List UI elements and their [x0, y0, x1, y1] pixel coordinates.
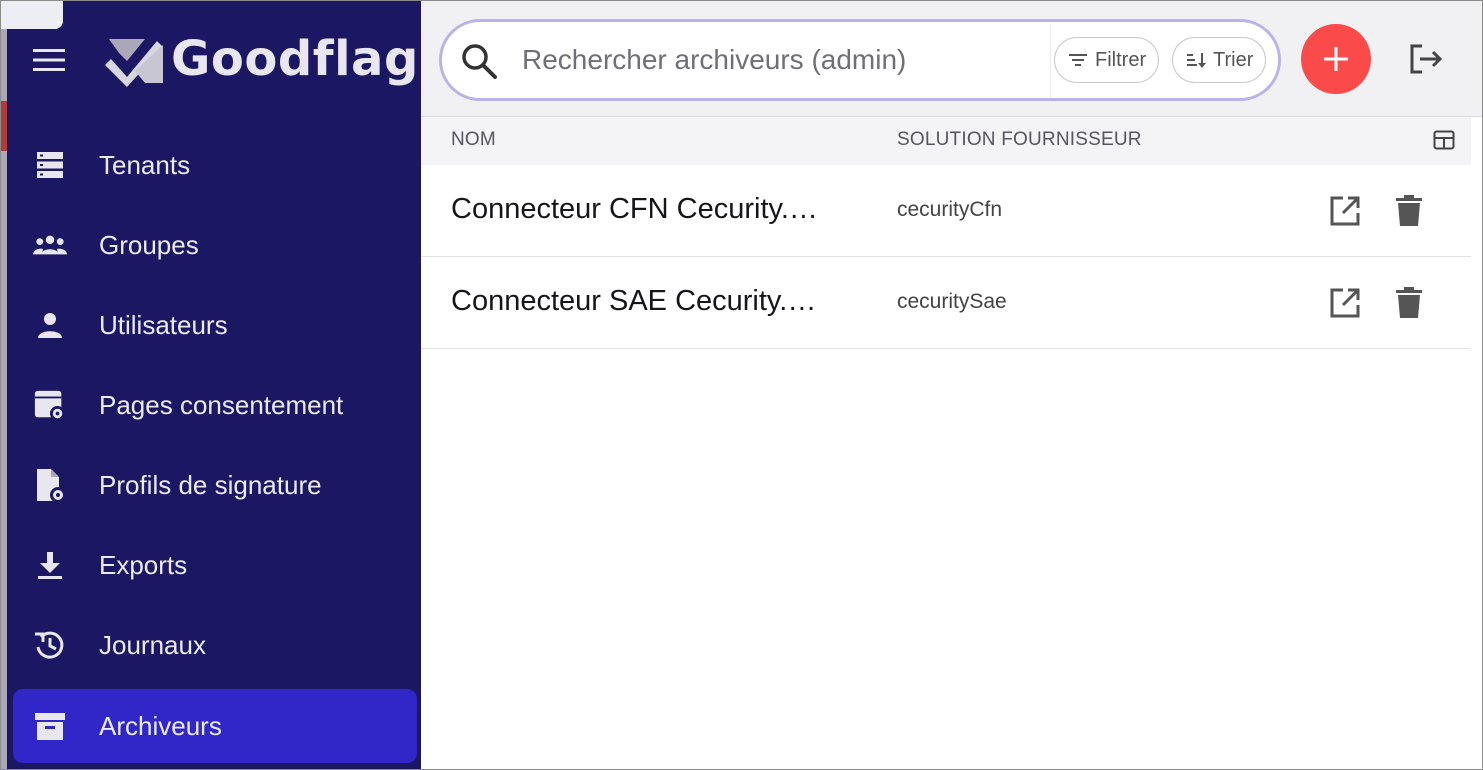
- search-icon: [462, 44, 497, 79]
- person-icon: [33, 308, 67, 342]
- sidebar-item-groupes[interactable]: Groupes: [13, 205, 417, 285]
- column-settings-icon[interactable]: [1433, 130, 1455, 150]
- logout-icon: [1410, 44, 1443, 74]
- menu-toggle-button[interactable]: [31, 45, 67, 75]
- search-input[interactable]: [522, 36, 1042, 84]
- table-row[interactable]: Connecteur SAE Cecurity.… cecuritySae: [421, 257, 1471, 349]
- column-header-nom[interactable]: NOM: [451, 129, 496, 151]
- open-in-new-icon[interactable]: [1325, 191, 1365, 231]
- sidebar-item-label: Groupes: [99, 229, 199, 260]
- sort-icon: [1187, 53, 1206, 68]
- sidebar-item-profils-de-signature[interactable]: Profils de signature: [13, 445, 417, 525]
- sidebar: Goodflag Tenants Groupes Utilisateurs Pa…: [1, 1, 421, 769]
- search-box: Filtrer Trier: [439, 19, 1281, 101]
- brand[interactable]: Goodflag: [105, 31, 419, 87]
- sidebar-item-archiveurs[interactable]: Archiveurs: [13, 689, 417, 763]
- topbar: Filtrer Trier: [421, 1, 1482, 117]
- sort-button[interactable]: Trier: [1172, 37, 1267, 83]
- sidebar-item-label: Pages consentement: [99, 389, 344, 420]
- delete-icon[interactable]: [1389, 191, 1429, 231]
- download-icon: [33, 548, 67, 582]
- table-header: NOM SOLUTION FOURNISSEUR: [421, 117, 1471, 165]
- sidebar-item-label: Utilisateurs: [99, 309, 228, 340]
- sidebar-edge-accent: [1, 101, 7, 151]
- sidebar-item-label: Tenants: [99, 149, 191, 180]
- sidebar-item-label: Archiveurs: [99, 710, 222, 741]
- sidebar-item-journaux[interactable]: Journaux: [13, 605, 417, 685]
- sidebar-item-label: Exports: [99, 549, 188, 580]
- group-icon: [33, 228, 67, 262]
- file-settings-icon: [33, 468, 67, 503]
- search-divider: [1050, 24, 1051, 98]
- archive-icon: [33, 709, 67, 743]
- hamburger-icon: [33, 49, 65, 71]
- filter-button[interactable]: Filtrer: [1054, 37, 1160, 83]
- page-settings-icon: [33, 388, 67, 422]
- server-icon: [33, 148, 67, 182]
- table-row[interactable]: Connecteur CFN Cecurity.… cecurityCfn: [421, 165, 1471, 257]
- history-icon: [33, 628, 67, 662]
- sidebar-item-utilisateurs[interactable]: Utilisateurs: [13, 285, 417, 365]
- sidebar-item-pages-consentement[interactable]: Pages consentement: [13, 365, 417, 445]
- window-corner: [1, 1, 63, 29]
- archiver-solution: cecurityCfn: [897, 198, 1003, 221]
- column-header-solution-fournisseur[interactable]: SOLUTION FOURNISSEUR: [897, 129, 1142, 151]
- sort-label: Trier: [1213, 48, 1254, 71]
- brand-name: Goodflag: [171, 31, 419, 87]
- sidebar-nav: Tenants Groupes Utilisateurs Pages conse…: [13, 125, 417, 763]
- filter-label: Filtrer: [1095, 48, 1147, 71]
- sidebar-item-exports[interactable]: Exports: [13, 525, 417, 605]
- plus-icon: [1324, 47, 1348, 71]
- delete-icon[interactable]: [1389, 283, 1429, 323]
- sidebar-item-label: Journaux: [99, 629, 206, 660]
- sidebar-item-tenants[interactable]: Tenants: [13, 125, 417, 205]
- logout-button[interactable]: [1406, 39, 1446, 79]
- archiver-name: Connecteur SAE Cecurity.…: [451, 285, 817, 317]
- sidebar-item-label: Profils de signature: [99, 469, 322, 500]
- archiver-name: Connecteur CFN Cecurity.…: [451, 193, 818, 225]
- add-archiver-button[interactable]: [1301, 24, 1371, 94]
- filter-icon: [1069, 54, 1087, 66]
- open-in-new-icon[interactable]: [1325, 283, 1365, 323]
- app-window: Goodflag Tenants Groupes Utilisateurs Pa…: [0, 0, 1483, 770]
- archiver-solution: cecuritySae: [897, 290, 1007, 313]
- goodflag-logo-icon: [105, 39, 163, 87]
